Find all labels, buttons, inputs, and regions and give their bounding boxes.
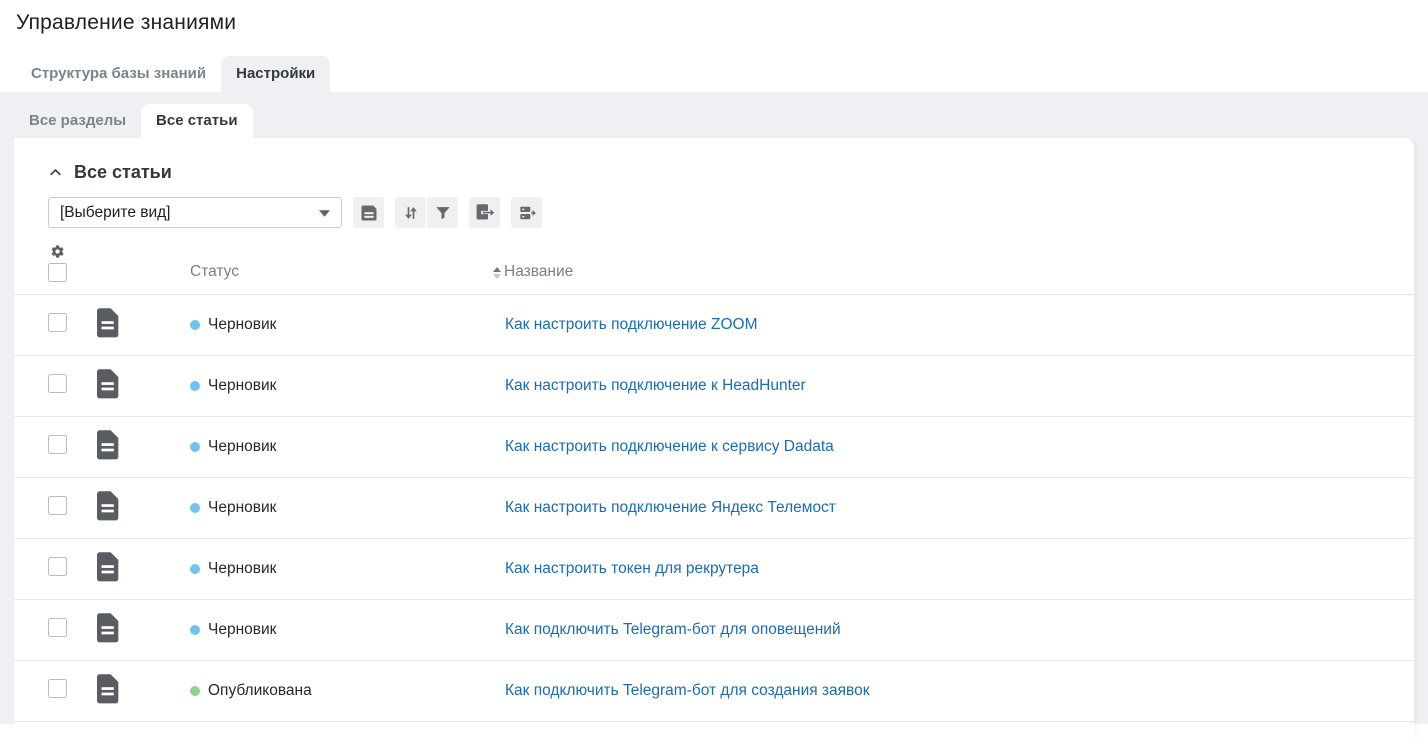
view-select[interactable]: [Выберите вид] — [48, 197, 342, 228]
status-label: Черновик — [208, 377, 276, 395]
gear-icon[interactable] — [50, 244, 65, 259]
table-row: Черновик Как настроить подключение к Hea… — [14, 356, 1414, 417]
article-link[interactable]: Как настроить подключение Яндекс Телемос… — [505, 499, 836, 516]
controls-row: [Выберите вид] — [14, 183, 1414, 228]
status-dot — [190, 564, 200, 574]
table-row: Черновик Как настроить подключение к сер… — [14, 417, 1414, 478]
chevron-down-icon — [319, 204, 330, 222]
settings-tab-content: Все разделы Все статьи Все статьи [Выбер… — [0, 92, 1428, 724]
tab-all-articles[interactable]: Все статьи — [141, 104, 253, 138]
row-checkbox[interactable] — [48, 679, 67, 698]
status-dot — [190, 625, 200, 635]
status-label: Черновик — [208, 621, 276, 639]
table-row: Черновик Как настроить подключение Яндек… — [14, 478, 1414, 539]
table-row: Черновик Как настроить токен для рекруте… — [14, 539, 1414, 600]
status-dot — [190, 442, 200, 452]
article-icon — [95, 429, 121, 460]
filter-button[interactable] — [427, 197, 458, 228]
export-list-icon — [517, 203, 537, 223]
sort-icon — [401, 203, 421, 223]
row-checkbox[interactable] — [48, 618, 67, 637]
select-all-checkbox[interactable] — [48, 263, 67, 282]
status-label: Черновик — [208, 438, 276, 456]
article-icon — [95, 368, 121, 399]
page-title: Управление знаниями — [16, 0, 1412, 35]
column-header-status[interactable]: Статус — [190, 263, 505, 282]
status-dot — [190, 686, 200, 696]
row-checkbox[interactable] — [48, 557, 67, 576]
save-icon — [359, 203, 379, 223]
tab-structure[interactable]: Структура базы знаний — [16, 56, 221, 92]
main-tabs: Структура базы знаний Настройки — [16, 56, 1412, 92]
article-link[interactable]: Как настроить токен для рекрутера — [505, 560, 759, 577]
export-button[interactable] — [469, 197, 500, 228]
column-header-title[interactable]: Название — [504, 263, 573, 282]
article-icon — [95, 551, 121, 582]
row-checkbox[interactable] — [48, 313, 67, 332]
export-list-button[interactable] — [511, 197, 542, 228]
tab-all-sections[interactable]: Все разделы — [14, 104, 141, 138]
save-button[interactable] — [353, 197, 384, 228]
tab-settings[interactable]: Настройки — [221, 56, 330, 92]
table-row: Черновик Как настроить подключение ZOOM — [14, 295, 1414, 356]
page-header: Управление знаниями Структура базы знани… — [0, 0, 1428, 92]
article-link[interactable]: Как подключить Telegram-бот для оповещен… — [505, 621, 841, 638]
status-label: Опубликована — [208, 682, 312, 700]
sort-indicator-icon[interactable] — [493, 267, 501, 279]
toolbar — [353, 197, 542, 228]
table-body: Черновик Как настроить подключение ZOOM … — [14, 295, 1414, 722]
export-icon — [474, 202, 495, 223]
status-label: Черновик — [208, 499, 276, 517]
row-checkbox[interactable] — [48, 496, 67, 515]
table-row: Опубликована Как подключить Telegram-бот… — [14, 661, 1414, 722]
status-dot — [190, 503, 200, 513]
article-icon — [95, 612, 121, 643]
article-link[interactable]: Как настроить подключение ZOOM — [505, 316, 757, 333]
chevron-up-icon[interactable] — [48, 165, 63, 180]
article-link[interactable]: Как настроить подключение к HeadHunter — [505, 377, 806, 394]
article-icon — [95, 307, 121, 338]
status-label: Черновик — [208, 560, 276, 578]
panel-title: Все статьи — [74, 162, 172, 183]
article-icon — [95, 490, 121, 521]
row-checkbox[interactable] — [48, 374, 67, 393]
panel-head: Все статьи — [14, 138, 1414, 183]
status-dot — [190, 320, 200, 330]
sub-tabs: Все разделы Все статьи — [14, 104, 1414, 138]
status-dot — [190, 381, 200, 391]
sort-button[interactable] — [395, 197, 426, 228]
row-checkbox[interactable] — [48, 435, 67, 454]
view-select-value: [Выберите вид] — [60, 204, 170, 222]
status-label: Черновик — [208, 316, 276, 334]
article-icon — [95, 673, 121, 704]
article-link[interactable]: Как подключить Telegram-бот для создания… — [505, 682, 870, 699]
table-row: Черновик Как подключить Telegram-бот для… — [14, 600, 1414, 661]
article-link[interactable]: Как настроить подключение к сервису Dada… — [505, 438, 834, 455]
sort-filter-group — [395, 197, 458, 228]
table-header: Статус Название — [14, 228, 1414, 295]
filter-icon — [433, 203, 453, 223]
all-articles-panel: Все статьи [Выберите вид] — [14, 138, 1414, 738]
